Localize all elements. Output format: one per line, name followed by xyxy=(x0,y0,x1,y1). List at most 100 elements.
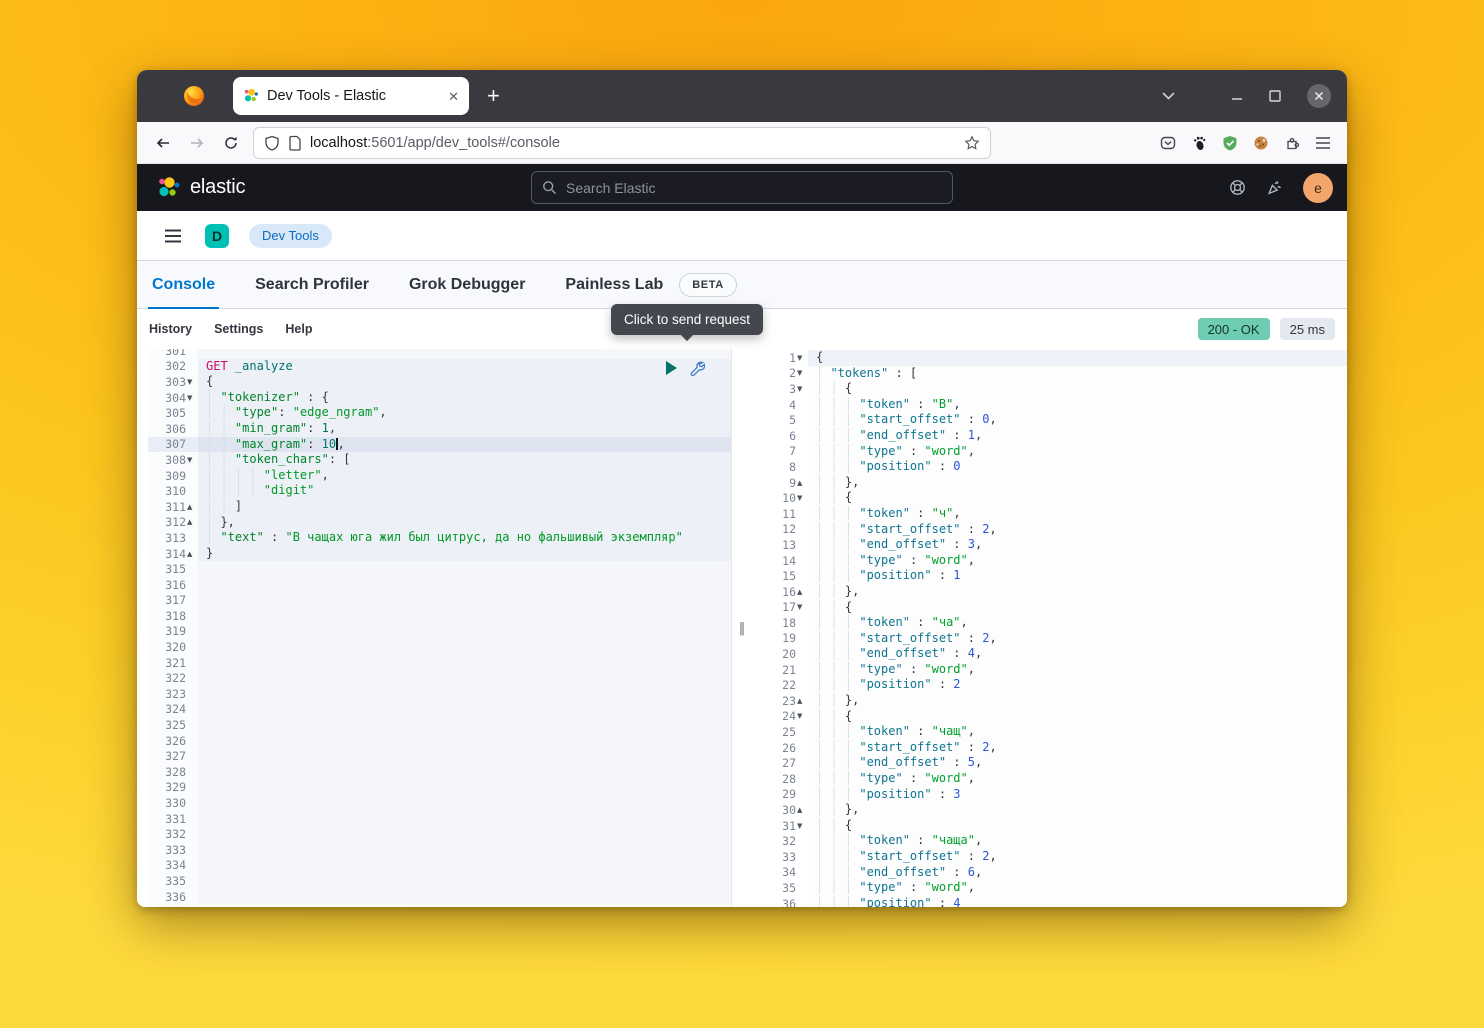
play-icon[interactable] xyxy=(666,361,678,375)
code-line[interactable]: 24▼│ │ { xyxy=(752,709,1347,725)
request-editor[interactable]: 301302GET _analyze303▼{304▼│ "tokenizer"… xyxy=(148,349,732,907)
code-line[interactable]: 27│ │ │ "end_offset" : 5, xyxy=(752,755,1347,771)
tab-grok-debugger[interactable]: Grok Debugger xyxy=(405,261,529,308)
code-line[interactable]: 329 xyxy=(148,780,731,796)
code-line[interactable]: 20│ │ │ "end_offset" : 4, xyxy=(752,646,1347,662)
code-line[interactable]: 1▼{ xyxy=(752,350,1347,366)
code-line[interactable]: 13│ │ │ "end_offset" : 3, xyxy=(752,537,1347,553)
code-line[interactable]: 36│ │ │ "position" : 4 xyxy=(752,896,1347,907)
code-line[interactable]: 323 xyxy=(148,686,731,702)
code-line[interactable]: 14│ │ │ "type" : "word", xyxy=(752,553,1347,569)
code-line[interactable]: 30▲│ │ }, xyxy=(752,802,1347,818)
code-line[interactable]: 35│ │ │ "type" : "word", xyxy=(752,880,1347,896)
code-line[interactable]: 33│ │ │ "start_offset" : 2, xyxy=(752,849,1347,865)
code-line[interactable]: 17▼│ │ { xyxy=(752,600,1347,616)
code-line[interactable]: 324 xyxy=(148,702,731,718)
news-icon[interactable] xyxy=(1266,179,1283,196)
fold-toggle-icon[interactable]: ▼ xyxy=(797,603,808,611)
gnome-extension-icon[interactable] xyxy=(1191,135,1207,151)
url-text[interactable]: localhost:5601/app/dev_tools#/console xyxy=(310,135,956,151)
code-line[interactable]: 29│ │ │ "position" : 3 xyxy=(752,787,1347,803)
fold-toggle-icon[interactable]: ▼ xyxy=(797,712,808,720)
firefox-logo-icon[interactable] xyxy=(183,85,205,107)
forward-icon[interactable] xyxy=(189,135,205,151)
pocket-icon[interactable] xyxy=(1160,135,1176,151)
code-line[interactable]: 314▲} xyxy=(148,546,731,562)
code-line[interactable]: 303▼{ xyxy=(148,374,731,390)
code-line[interactable]: 302GET _analyze xyxy=(148,359,731,375)
code-line[interactable]: 332 xyxy=(148,826,731,842)
fold-toggle-icon[interactable]: ▲ xyxy=(797,479,808,487)
code-line[interactable]: 26│ │ │ "start_offset" : 2, xyxy=(752,740,1347,756)
help-button[interactable]: Help xyxy=(285,322,312,336)
code-line[interactable]: 11│ │ │ "token" : "ч", xyxy=(752,506,1347,522)
code-line[interactable]: 5│ │ │ "start_offset" : 0, xyxy=(752,412,1347,428)
page-info-icon[interactable] xyxy=(288,135,302,151)
code-line[interactable]: 3▼│ │ { xyxy=(752,381,1347,397)
search-input[interactable]: Search Elastic xyxy=(531,171,953,204)
breadcrumb[interactable]: Dev Tools xyxy=(249,224,332,248)
maximize-icon[interactable] xyxy=(1269,90,1281,102)
code-line[interactable]: 336 xyxy=(148,889,731,905)
code-line[interactable]: 319 xyxy=(148,624,731,640)
browser-tab[interactable]: Dev Tools - Elastic ✕ xyxy=(233,77,469,115)
code-line[interactable]: 320 xyxy=(148,639,731,655)
code-line[interactable]: 15│ │ │ "position" : 1 xyxy=(752,568,1347,584)
code-line[interactable]: 6│ │ │ "end_offset" : 1, xyxy=(752,428,1347,444)
code-line[interactable]: 317 xyxy=(148,593,731,609)
fold-toggle-icon[interactable]: ▲ xyxy=(187,518,198,526)
code-line[interactable]: 4│ │ │ "token" : "В", xyxy=(752,397,1347,413)
code-line[interactable]: 31▼│ │ { xyxy=(752,818,1347,834)
code-line[interactable]: 304▼│ "tokenizer" : { xyxy=(148,390,731,406)
response-editor[interactable]: 1▼{2▼│ "tokens" : [3▼│ │ {4│ │ │ "token"… xyxy=(752,349,1347,907)
code-line[interactable]: 328 xyxy=(148,764,731,780)
close-icon[interactable] xyxy=(1307,84,1331,108)
fold-toggle-icon[interactable]: ▼ xyxy=(797,822,808,830)
code-line[interactable]: 32│ │ │ "token" : "чаща", xyxy=(752,833,1347,849)
code-line[interactable]: 316 xyxy=(148,577,731,593)
wrench-icon[interactable] xyxy=(689,360,705,376)
code-line[interactable]: 313│ "text" : "В чащах юга жил был цитру… xyxy=(148,530,731,546)
code-line[interactable]: 308▼│ │ "token_chars": [ xyxy=(148,452,731,468)
fold-toggle-icon[interactable]: ▲ xyxy=(797,697,808,705)
pane-resize-handle[interactable]: ‖ xyxy=(732,349,752,907)
code-line[interactable]: 28│ │ │ "type" : "word", xyxy=(752,771,1347,787)
fold-toggle-icon[interactable]: ▼ xyxy=(187,456,198,464)
code-line[interactable]: 306│ │ "min_gram": 1, xyxy=(148,421,731,437)
tab-search-profiler[interactable]: Search Profiler xyxy=(251,261,373,308)
code-line[interactable]: 327 xyxy=(148,748,731,764)
tab-close-icon[interactable]: ✕ xyxy=(448,90,459,103)
fold-toggle-icon[interactable]: ▲ xyxy=(797,806,808,814)
code-line[interactable]: 10▼│ │ { xyxy=(752,490,1347,506)
fold-toggle-icon[interactable]: ▲ xyxy=(187,503,198,511)
code-line[interactable]: 325 xyxy=(148,717,731,733)
elastic-brand[interactable]: elastic xyxy=(157,176,245,200)
nav-menu-icon[interactable] xyxy=(164,228,182,244)
code-line[interactable]: 315 xyxy=(148,561,731,577)
fold-toggle-icon[interactable]: ▼ xyxy=(187,394,198,402)
code-line[interactable]: 335 xyxy=(148,873,731,889)
code-line[interactable]: 23▲│ │ }, xyxy=(752,693,1347,709)
menu-icon[interactable] xyxy=(1315,136,1331,150)
code-line[interactable]: 307│ │ "max_gram": 10, xyxy=(148,437,731,453)
code-line[interactable]: 19│ │ │ "start_offset" : 2, xyxy=(752,631,1347,647)
fold-toggle-icon[interactable]: ▼ xyxy=(797,354,808,362)
code-line[interactable]: 2▼│ "tokens" : [ xyxy=(752,366,1347,382)
code-line[interactable]: 16▲│ │ }, xyxy=(752,584,1347,600)
code-line[interactable]: 331 xyxy=(148,811,731,827)
tab-console[interactable]: Console xyxy=(148,261,219,308)
fold-toggle-icon[interactable]: ▼ xyxy=(187,378,198,386)
fold-toggle-icon[interactable]: ▼ xyxy=(797,385,808,393)
adguard-shield-icon[interactable] xyxy=(1222,135,1238,151)
code-line[interactable]: 34│ │ │ "end_offset" : 6, xyxy=(752,865,1347,881)
code-line[interactable]: 301 xyxy=(148,349,731,359)
url-bar[interactable]: localhost:5601/app/dev_tools#/console xyxy=(253,127,991,159)
code-line[interactable]: 312▲│ }, xyxy=(148,515,731,531)
fold-toggle-icon[interactable]: ▼ xyxy=(797,369,808,377)
tab-painless-lab[interactable]: Painless Lab xyxy=(561,261,667,308)
code-line[interactable]: 321 xyxy=(148,655,731,671)
settings-button[interactable]: Settings xyxy=(214,322,263,336)
code-line[interactable]: 305│ │ "type": "edge_ngram", xyxy=(148,405,731,421)
code-line[interactable]: 21│ │ │ "type" : "word", xyxy=(752,662,1347,678)
code-line[interactable]: 318 xyxy=(148,608,731,624)
